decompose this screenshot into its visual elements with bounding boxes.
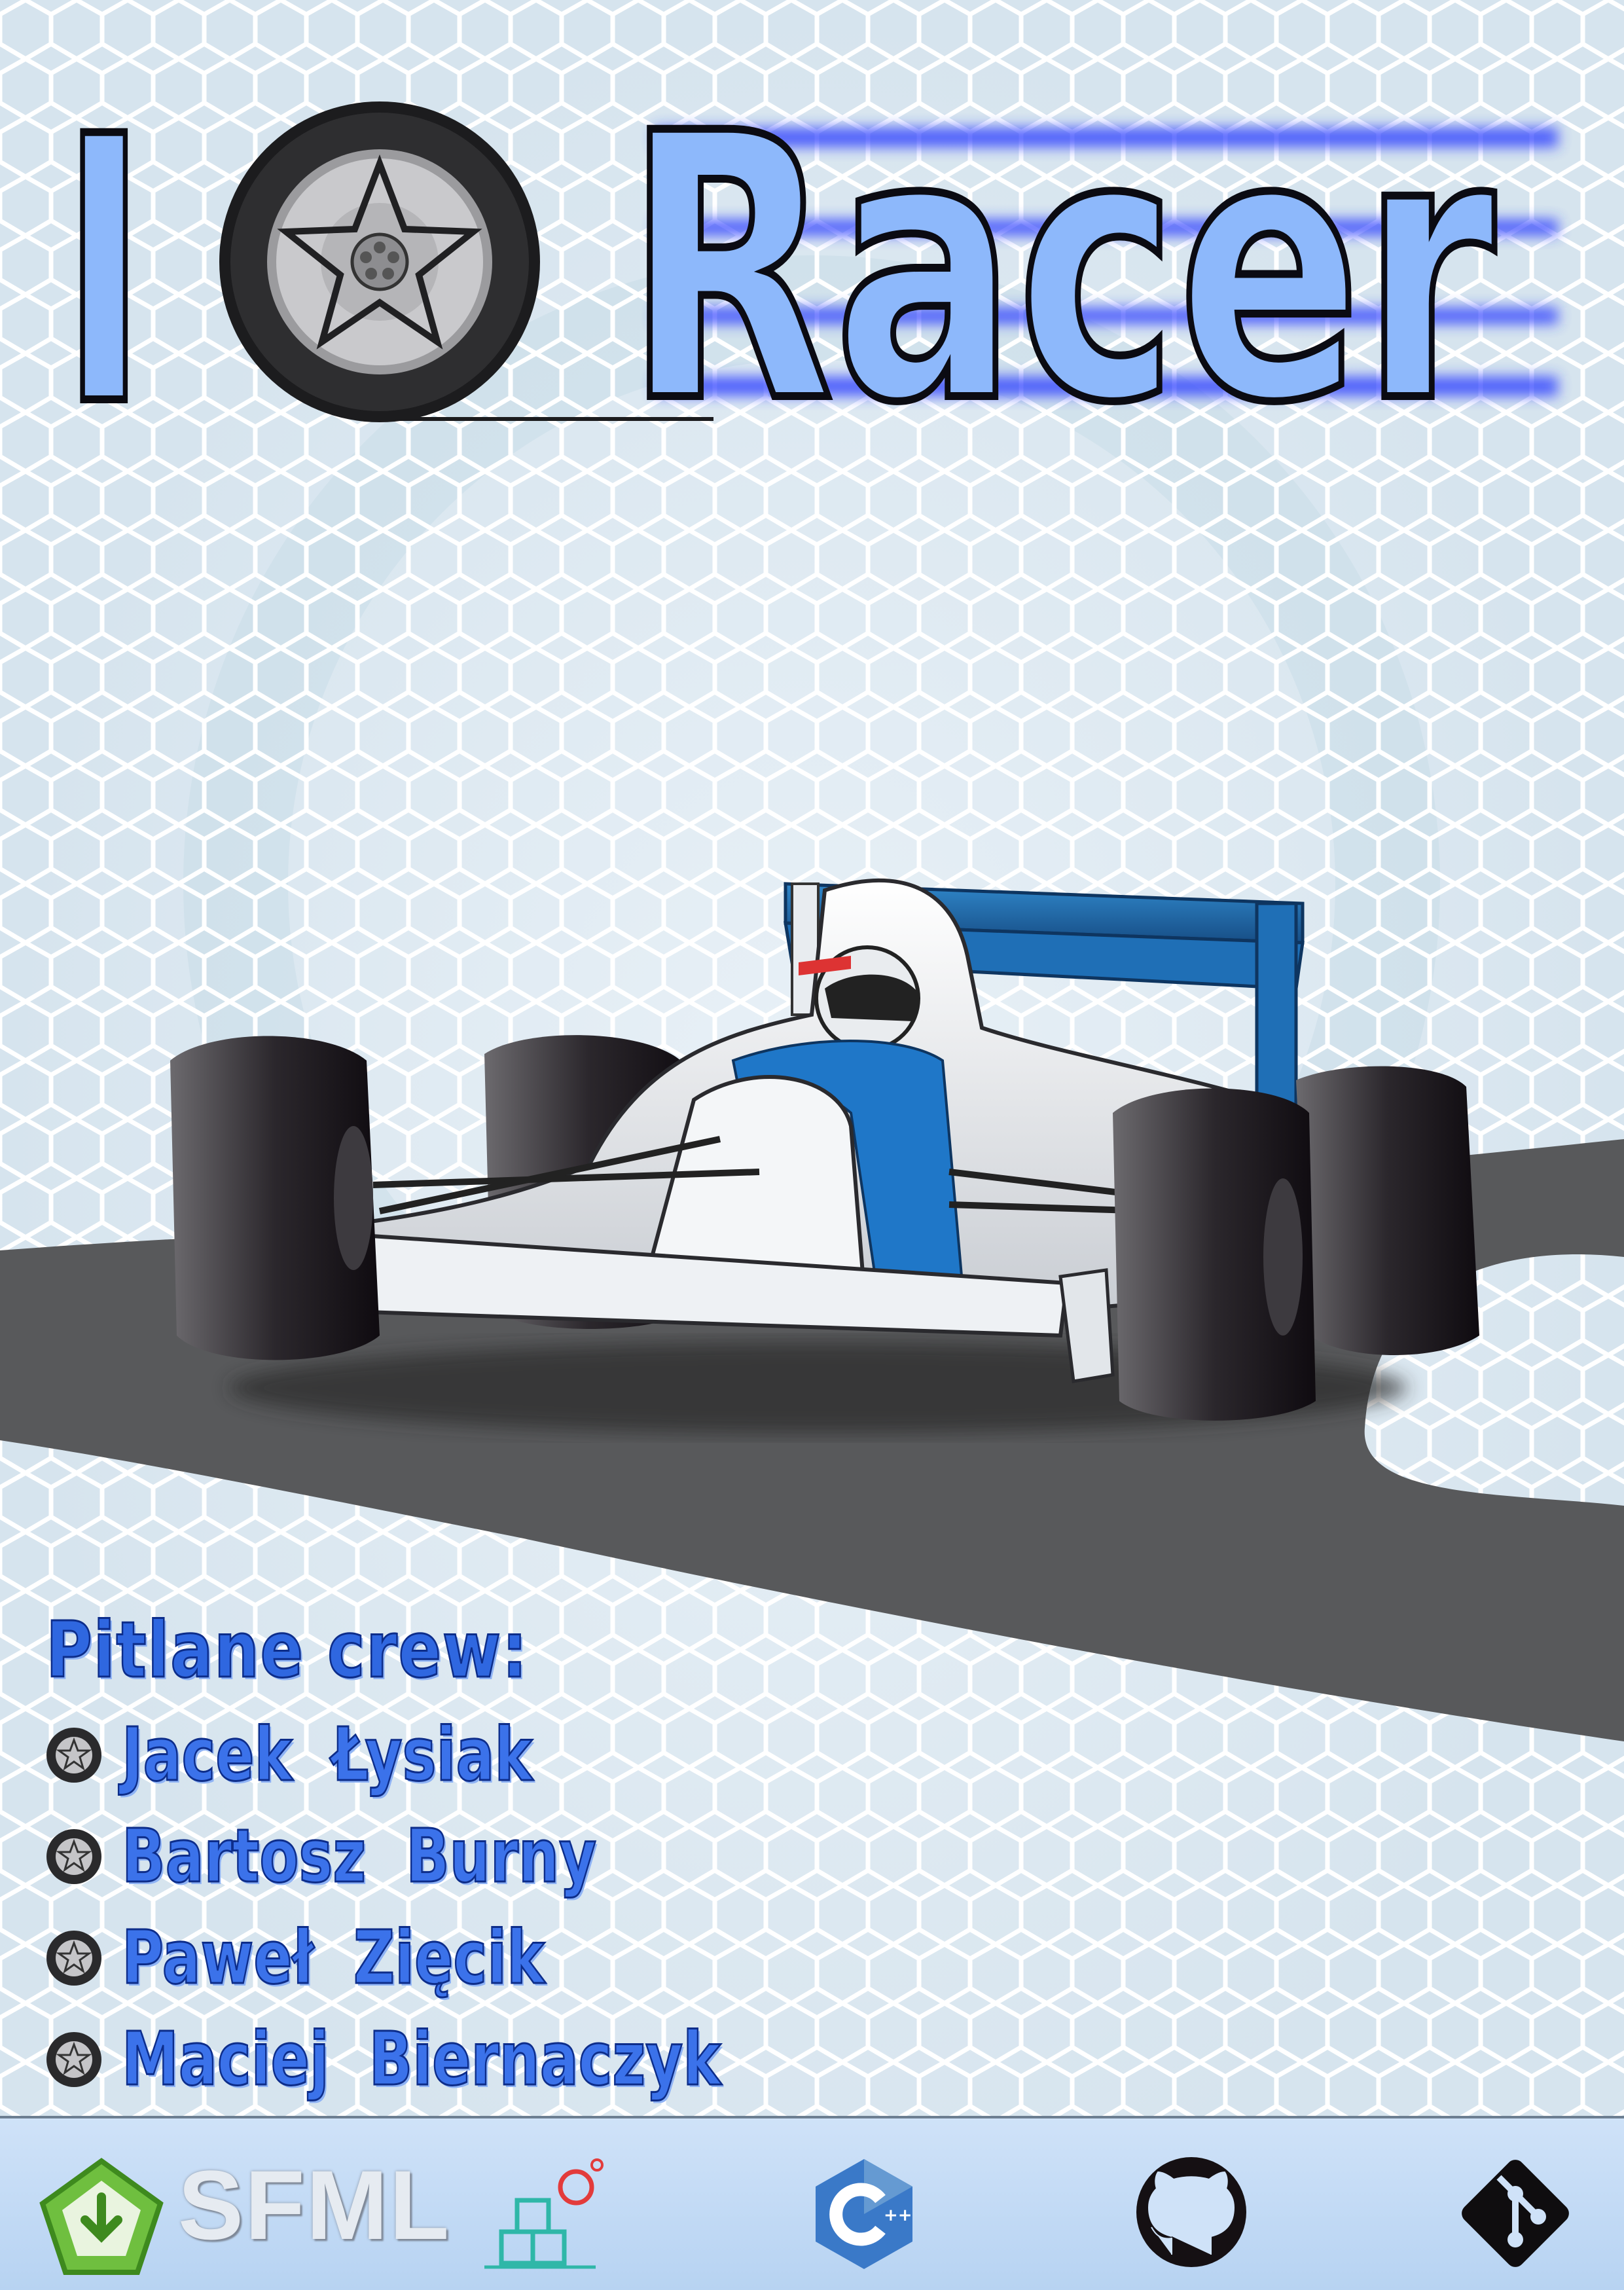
svg-text:++: ++ bbox=[884, 2206, 912, 2225]
crew-member: Maciej Biernaczyk bbox=[46, 2008, 962, 2110]
title-logo: I Racer bbox=[59, 53, 1558, 458]
tire-icon bbox=[219, 101, 540, 422]
race-car-illustration bbox=[170, 878, 1479, 1434]
crew-member: Bartosz Burny bbox=[46, 1806, 962, 1907]
crew-member: Paweł Zięcik bbox=[46, 1907, 962, 2008]
cpp-icon: ++ bbox=[816, 2159, 912, 2269]
crew-member-name: Paweł Zięcik bbox=[121, 1914, 546, 2001]
title-word: Racer bbox=[625, 57, 1498, 458]
sfml-logo-icon bbox=[39, 2158, 164, 2275]
crew-section: Pitlane crew: Jacek Łysiak Bartosz Burny… bbox=[45, 1601, 962, 2110]
crew-heading: Pitlane crew: bbox=[45, 1604, 529, 1696]
crew-member-name: Bartosz Burny bbox=[121, 1813, 597, 1900]
title-letter: I bbox=[62, 60, 146, 458]
github-icon bbox=[1136, 2157, 1246, 2267]
git-icon bbox=[1462, 2160, 1569, 2267]
crew-member-name: Jacek Łysiak bbox=[121, 1711, 533, 1798]
footer-logos-bar: SFML ++ bbox=[0, 2116, 1624, 2290]
sfml-label: SFML bbox=[178, 2150, 451, 2260]
tire-bullet-icon bbox=[46, 1828, 101, 1884]
crew-member: Jacek Łysiak bbox=[46, 1704, 962, 1806]
tire-bullet-icon bbox=[46, 1727, 101, 1783]
box2d-icon bbox=[484, 2158, 604, 2269]
tire-bullet-icon bbox=[46, 1930, 101, 1986]
crew-member-name: Maciej Biernaczyk bbox=[121, 2016, 722, 2103]
tire-bullet-icon bbox=[46, 2031, 101, 2087]
